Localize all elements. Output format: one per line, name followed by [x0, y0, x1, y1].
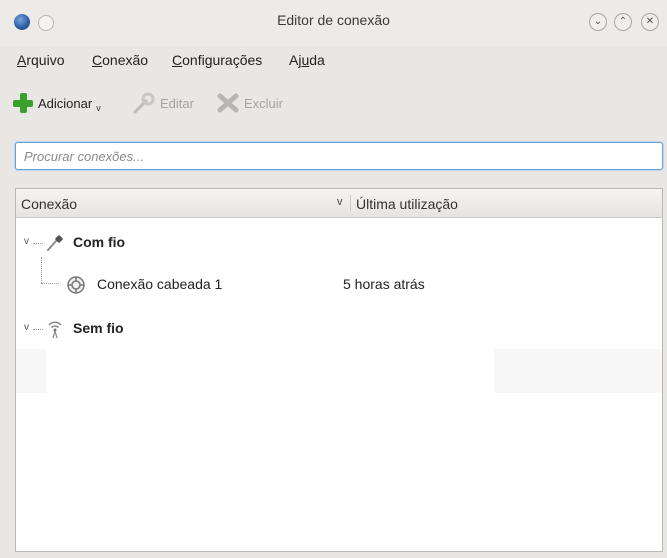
tree-group-row[interactable]: v Sem fio: [16, 311, 662, 347]
menu-ajuda[interactable]: Ajuda: [289, 52, 325, 68]
connection-row[interactable]: Conexão cabeada 1 5 horas atrás: [16, 267, 662, 303]
maximize-button[interactable]: ⌃: [614, 13, 632, 31]
window-title: Editor de conexão: [277, 12, 390, 28]
menu-arquivo[interactable]: Arquivo: [17, 52, 64, 68]
edit-label: Editar: [160, 95, 194, 111]
edit-button[interactable]: Editar: [132, 92, 194, 114]
close-button[interactable]: ✕: [641, 13, 659, 31]
connections-tree[interactable]: Conexão v Última utilização v Com fio Co…: [15, 188, 663, 552]
tree-branch-line: [33, 329, 43, 330]
chevron-down-icon[interactable]: v: [96, 103, 101, 113]
wrench-icon: [133, 92, 155, 114]
minimize-button[interactable]: ⌄: [589, 13, 607, 31]
group-label: Com fio: [73, 234, 126, 250]
sort-chevron-down-icon[interactable]: v: [337, 196, 343, 208]
add-label: Adicionar: [38, 95, 93, 111]
plus-icon: [12, 92, 34, 114]
menu-conexao[interactable]: Conexão: [92, 52, 148, 68]
background-strip: [16, 349, 46, 393]
title-bar: Editor de conexão ⌄ ⌃ ✕: [0, 0, 667, 46]
column-header-last-used[interactable]: Última utilização: [356, 196, 458, 212]
connection-name: Conexão cabeada 1: [97, 276, 223, 292]
tree-group-row[interactable]: v Com fio: [16, 225, 662, 261]
search-input[interactable]: [15, 142, 663, 170]
connection-last-used: 5 horas atrás: [343, 276, 425, 292]
wired-connection-icon: [67, 276, 85, 294]
wifi-antenna-icon: [48, 321, 62, 339]
tree-branch-line: [33, 243, 43, 244]
delete-label: Excluir: [244, 95, 284, 111]
menu-configuracoes[interactable]: Configurações: [172, 52, 262, 68]
group-label: Sem fio: [73, 320, 124, 336]
chevron-down-icon[interactable]: v: [24, 322, 29, 333]
add-button[interactable]: Adicionar v: [12, 92, 101, 114]
tree-header: Conexão v Última utilização: [16, 189, 662, 218]
menu-bar: Arquivo Conexão Configurações Ajuda: [0, 52, 667, 76]
column-separator: [350, 195, 351, 211]
toolbar: Adicionar v Editar Excluir: [0, 84, 667, 118]
ethernet-plug-icon: [47, 235, 63, 251]
chevron-down-icon[interactable]: v: [24, 236, 29, 247]
delete-button[interactable]: Excluir: [216, 92, 283, 114]
x-icon: [217, 93, 239, 113]
background-strip: [494, 349, 662, 393]
column-header-connection[interactable]: Conexão: [21, 196, 77, 212]
